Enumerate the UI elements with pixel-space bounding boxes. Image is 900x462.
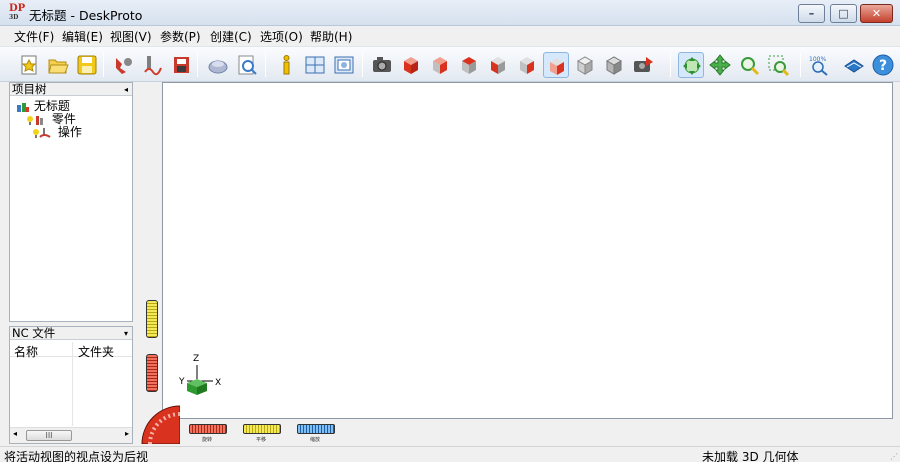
nc-file-header: NC 文件 ▾: [10, 327, 132, 340]
window-title: 无标题 - DeskProto: [29, 8, 143, 23]
menu-file[interactable]: 文件(F): [14, 28, 54, 45]
rotate-wheel[interactable]: [140, 404, 180, 444]
screen-view-icon[interactable]: [331, 52, 357, 78]
menu-parameters[interactable]: 参数(P): [160, 28, 201, 45]
view-top-icon[interactable]: [456, 52, 482, 78]
menu-edit[interactable]: 编辑(E): [62, 28, 103, 45]
manual-icon[interactable]: [841, 52, 867, 78]
svg-text:Y: Y: [178, 377, 185, 387]
zoom-dial-horizontal[interactable]: [297, 424, 335, 434]
view-iso2-icon[interactable]: [601, 52, 627, 78]
simulate-icon[interactable]: [205, 52, 231, 78]
toolpath-icon[interactable]: [139, 52, 165, 78]
column-name[interactable]: 名称: [14, 343, 38, 360]
project-tree-panel: 项目树 ◂ 无标题 零件 操作: [9, 82, 133, 322]
axis-triad: Z Y X: [178, 354, 221, 395]
layout-icon[interactable]: [302, 52, 328, 78]
write-nc-icon[interactable]: [168, 52, 194, 78]
maximize-button[interactable]: □: [830, 4, 857, 23]
rotate-mode-icon[interactable]: [678, 52, 704, 78]
new-project-icon[interactable]: [16, 52, 42, 78]
rotate-dial-horizontal[interactable]: [189, 424, 227, 434]
help-icon[interactable]: ?: [870, 52, 896, 78]
rotate-dial-vertical[interactable]: [146, 354, 158, 392]
info-icon[interactable]: [273, 52, 299, 78]
menu-bar: 文件(F) 编辑(E) 视图(V) 参数(P) 创建(C) 选项(O) 帮助(H…: [0, 26, 900, 46]
svg-text:X: X: [215, 378, 221, 388]
view-bottom-icon[interactable]: [514, 52, 540, 78]
zoom-dial-label: 缩放: [310, 437, 321, 443]
title-bar: DP 3D 无标题 - DeskProto – □ ✕: [0, 0, 900, 26]
import-part-icon[interactable]: [110, 52, 136, 78]
pan-dial-horizontal[interactable]: [243, 424, 281, 434]
status-bar: 将活动视图的视点设为后视 未加载 3D 几何体 ⋰: [0, 446, 900, 462]
menu-options[interactable]: 选项(O): [260, 28, 303, 45]
zoom-100-icon[interactable]: 100%: [806, 52, 832, 78]
scroll-thumb[interactable]: III: [26, 430, 72, 441]
nc-file-columns: 名称 文件夹: [10, 342, 132, 360]
camera-icon[interactable]: [369, 52, 395, 78]
status-geometry: 未加载 3D 几何体: [702, 450, 799, 462]
rotate-dial-label: 旋转: [202, 437, 213, 443]
view-iso-icon[interactable]: [572, 52, 598, 78]
dropdown-arrow-icon[interactable]: ▾: [124, 327, 128, 340]
camera-rotate-icon[interactable]: [630, 52, 656, 78]
menu-view[interactable]: 视图(V): [110, 28, 152, 45]
scroll-left-icon[interactable]: ◂: [13, 429, 17, 438]
save-icon[interactable]: [74, 52, 100, 78]
open-folder-icon[interactable]: [45, 52, 71, 78]
resize-grip-icon[interactable]: ⋰: [890, 452, 898, 461]
column-folder[interactable]: 文件夹: [78, 343, 114, 360]
zoom-mode-icon[interactable]: [736, 52, 762, 78]
menu-help[interactable]: 帮助(H): [310, 28, 352, 45]
tree-item-operation[interactable]: 操作: [32, 123, 82, 140]
close-button[interactable]: ✕: [860, 4, 893, 23]
svg-text:Z: Z: [193, 354, 199, 364]
view-left-icon[interactable]: [485, 52, 511, 78]
horizontal-scrollbar[interactable]: ◂ III ▸: [10, 427, 132, 443]
zoom-window-icon[interactable]: [765, 52, 791, 78]
nc-file-panel: NC 文件 ▾ 名称 文件夹 ◂ III ▸: [9, 326, 133, 444]
minimize-button[interactable]: –: [798, 4, 825, 23]
pan-mode-icon[interactable]: [707, 52, 733, 78]
toolbar: 100% ?: [0, 46, 900, 82]
3d-viewport[interactable]: Z Y X: [162, 82, 893, 419]
pan-dial-vertical[interactable]: [146, 300, 158, 338]
collapse-arrow-icon[interactable]: ◂: [124, 83, 128, 96]
pan-dial-label: 平移: [256, 437, 267, 443]
svg-text:?: ?: [879, 58, 887, 74]
menu-create[interactable]: 创建(C): [210, 28, 252, 45]
view-back-icon[interactable]: [543, 52, 569, 78]
preview-icon[interactable]: [234, 52, 260, 78]
project-tree-header: 项目树 ◂: [10, 83, 132, 96]
status-message: 将活动视图的视点设为后视: [4, 450, 149, 462]
view-right-icon[interactable]: [427, 52, 453, 78]
operation-icon: [33, 127, 51, 138]
view-front-icon[interactable]: [398, 52, 424, 78]
app-logo-icon: DP 3D: [9, 3, 26, 22]
scroll-right-icon[interactable]: ▸: [125, 429, 129, 438]
